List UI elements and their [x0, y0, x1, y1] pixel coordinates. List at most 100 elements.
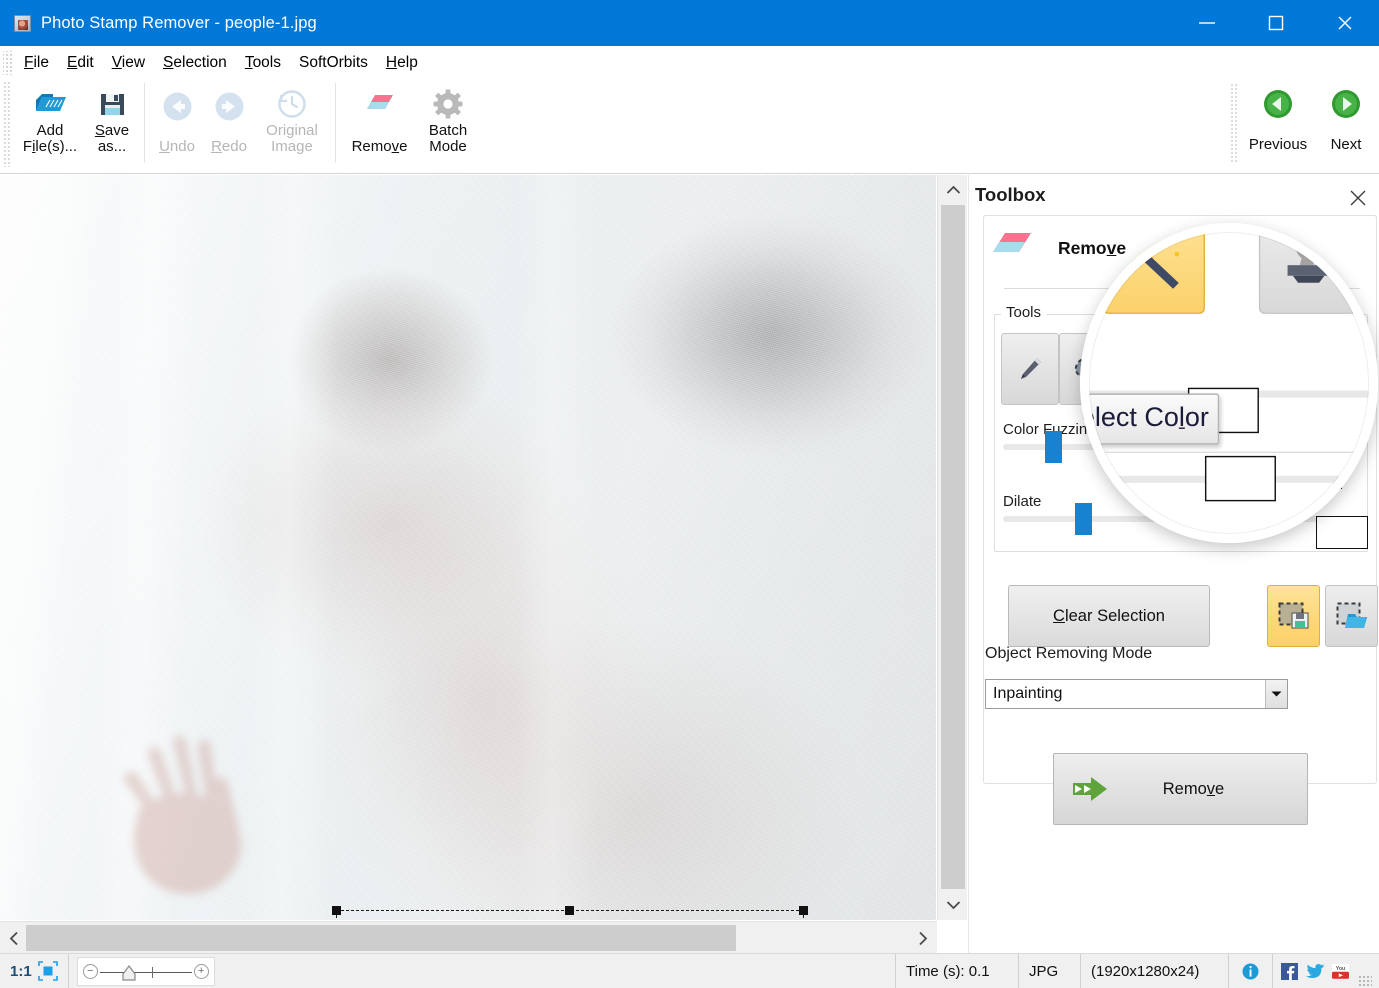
status-bar: 1:1 − + Time (s): 0.1 JPG (1920x1280x24) [0, 953, 1379, 988]
toolbox-close-icon[interactable] [1345, 185, 1371, 211]
status-dimensions: (1920x1280x24) [1081, 953, 1229, 988]
social-links: You [1273, 954, 1379, 988]
menu-item-softorbits[interactable]: SoftOrbits [290, 51, 377, 75]
scroll-up-arrow[interactable] [938, 175, 968, 205]
toolbar-separator-3 [1230, 83, 1239, 163]
next-label: Next [1330, 136, 1362, 153]
menu-bar: File Edit View Selection Tools SoftOrbit… [0, 46, 1379, 79]
toolbar: Add File(s)... Save as... Undo Redo Orig… [0, 79, 1379, 251]
clock-icon [277, 85, 307, 123]
zoom-in-button[interactable]: + [193, 963, 209, 979]
select-color-button[interactable]: Select Color [1179, 460, 1291, 497]
menu-grip[interactable] [3, 50, 12, 75]
redo-button[interactable]: Redo [203, 79, 255, 167]
zoom-slider[interactable]: − + [76, 956, 215, 986]
save-as-label-2: as... [97, 138, 127, 156]
close-button[interactable] [1310, 0, 1379, 46]
menu-item-help[interactable]: Help [377, 51, 427, 75]
stamp-icon [1308, 355, 1332, 382]
save-as-button[interactable]: Save as... [86, 79, 138, 167]
magic-wand-tool-button[interactable] [1117, 333, 1175, 405]
dilate-spinbox[interactable] [1316, 516, 1368, 549]
add-files-button[interactable]: Add File(s)... [14, 79, 86, 167]
scroll-left-arrow[interactable] [0, 922, 28, 954]
selection-marquee[interactable] [332, 906, 808, 920]
twitter-icon[interactable] [1306, 963, 1325, 980]
zoom-slider-handle[interactable] [122, 964, 136, 981]
fit-to-screen-icon [37, 961, 58, 981]
remove-toolbar-button[interactable]: Remove [342, 79, 417, 167]
selection-handle-ne[interactable] [799, 906, 808, 915]
color-fuzziness-value: 0 [1297, 461, 1307, 480]
original-image-button[interactable]: Original Image [255, 79, 329, 167]
color-fuzziness-knob[interactable] [1045, 431, 1062, 463]
color-fuzziness-track[interactable] [1003, 431, 1353, 463]
color-fuzziness-spinbox[interactable]: 0 [1290, 456, 1342, 489]
previous-button[interactable]: Previous [1243, 79, 1313, 167]
object-removing-mode-select[interactable]: Inpainting [985, 679, 1288, 709]
batch-mode-label-2: Mode [429, 138, 467, 156]
toolbar-grip[interactable] [3, 81, 12, 167]
lasso-icon [1074, 356, 1104, 380]
vertical-scrollbar[interactable] [937, 175, 967, 920]
eraser-icon [364, 87, 396, 125]
green-arrow-icon [1068, 774, 1114, 804]
remove-action-label: Remove [1162, 779, 1225, 798]
undo-button[interactable]: Undo [151, 79, 203, 167]
toolbox-panel: Toolbox Remove Tools Color Fuzziness Dil… [968, 175, 1379, 953]
tools-fieldset: Tools Color Fuzziness Dilate [994, 304, 1368, 552]
selection-handle-nw[interactable] [332, 906, 341, 915]
menu-item-file[interactable]: File [15, 51, 58, 75]
dilate-track[interactable] [1003, 503, 1353, 535]
vertical-scroll-thumb[interactable] [941, 205, 965, 889]
load-selection-button[interactable] [1325, 585, 1378, 647]
image-canvas[interactable]: Censored [0, 175, 936, 920]
dilate-knob[interactable] [1075, 503, 1092, 535]
info-button[interactable] [1229, 953, 1273, 988]
object-removing-mode-value: Inpainting [993, 685, 1063, 702]
zoom-ratio-label: 1:1 [10, 962, 32, 980]
horizontal-scroll-thumb[interactable] [26, 925, 736, 951]
original-image-label-2: Image [271, 138, 313, 156]
scroll-down-arrow[interactable] [938, 890, 968, 920]
status-format: JPG [1019, 953, 1081, 988]
stamp-tool-button[interactable] [1291, 333, 1349, 405]
object-removing-mode-label: Object Removing Mode [985, 645, 1153, 662]
original-image-label-1: Original [266, 122, 318, 139]
scroll-right-arrow[interactable] [909, 922, 937, 954]
menu-item-selection[interactable]: Selection [154, 51, 236, 75]
pencil-tool-button[interactable] [1001, 333, 1059, 405]
clear-selection-button[interactable]: Clear Selection [1008, 585, 1210, 647]
selection-handle-n[interactable] [565, 906, 574, 915]
next-button[interactable]: Next [1313, 79, 1379, 167]
chevron-down-icon[interactable] [1265, 680, 1287, 708]
remove-action-button[interactable]: Remove [1053, 753, 1308, 825]
save-selection-button[interactable] [1267, 585, 1320, 647]
dilate-label: Dilate [1003, 493, 1042, 510]
minimize-button[interactable] [1172, 0, 1241, 46]
facebook-icon[interactable] [1281, 962, 1298, 980]
youtube-icon[interactable]: You [1331, 963, 1349, 980]
zoom-slider-track[interactable] [99, 971, 192, 973]
info-icon [1242, 963, 1259, 979]
svg-text:You: You [1336, 966, 1345, 972]
menu-item-tools[interactable]: Tools [236, 51, 290, 75]
save-selection-icon [1278, 602, 1308, 629]
lasso-tool-button[interactable] [1059, 333, 1117, 405]
save-icon [99, 85, 126, 123]
horizontal-scrollbar[interactable] [0, 921, 937, 953]
undo-label: Undo [159, 138, 195, 155]
toolbar-right-group: Previous Next [1224, 79, 1379, 167]
menu-item-view[interactable]: View [103, 51, 154, 75]
maximize-button[interactable] [1241, 0, 1310, 46]
dilate-slider-row: Dilate [1003, 493, 1353, 535]
magic-wand-icon [1130, 352, 1160, 384]
batch-mode-button[interactable]: Batch Mode [417, 79, 479, 167]
title-bar: Photo Stamp Remover - people-1.jpg [0, 0, 1379, 46]
resize-grip[interactable] [1358, 974, 1372, 988]
zoom-out-button[interactable]: − [82, 963, 98, 979]
menu-item-edit[interactable]: Edit [58, 51, 103, 75]
remove-toolbar-label: Remove [351, 138, 408, 155]
fit-to-screen-button[interactable] [36, 953, 69, 988]
zoom-tick [151, 966, 154, 978]
